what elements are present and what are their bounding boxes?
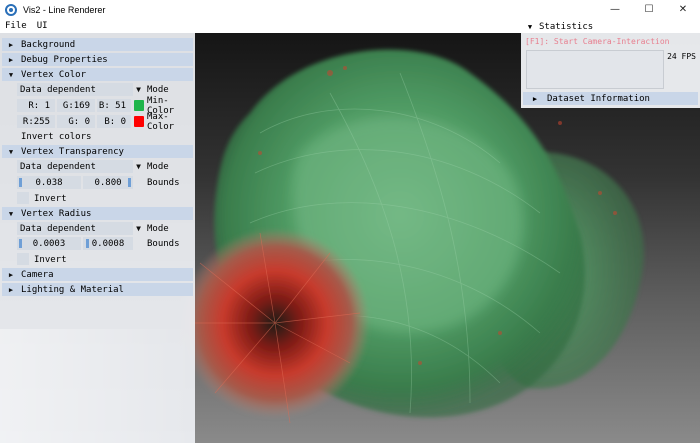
- fps-readout: 24 FPS: [667, 52, 696, 61]
- transparency-invert-checkbox[interactable]: [17, 192, 29, 204]
- transparency-min-slider[interactable]: 0.038: [17, 176, 81, 189]
- section-lighting-material[interactable]: ▶ Lighting & Material: [2, 283, 193, 296]
- maximize-button[interactable]: ☐: [632, 0, 666, 19]
- invert-label: Invert: [34, 254, 67, 265]
- radius-min-slider[interactable]: 0.0003: [17, 237, 81, 250]
- min-color-g-input[interactable]: G:169: [57, 99, 95, 112]
- mode-label: Mode: [147, 84, 169, 95]
- section-vertex-radius[interactable]: ▼ Vertex Radius: [2, 207, 193, 220]
- expanded-arrow-icon: ▼: [8, 70, 14, 79]
- min-color-r-input[interactable]: R: 1: [17, 99, 55, 112]
- min-color-swatch[interactable]: [134, 100, 144, 111]
- min-color-label: Min-Color: [147, 95, 175, 116]
- slider-value: 0.0008: [91, 238, 125, 249]
- section-debug-properties[interactable]: ▶ Debug Properties: [2, 53, 193, 66]
- vertex-color-mode-select[interactable]: Data dependent: [17, 83, 133, 96]
- section-camera[interactable]: ▶ Camera: [2, 268, 193, 281]
- max-color-label: Max-Color: [147, 111, 175, 132]
- slider-grab-handle[interactable]: [19, 178, 22, 187]
- radius-invert-checkbox[interactable]: [17, 253, 29, 265]
- chevron-down-icon[interactable]: ▼: [133, 222, 144, 235]
- chevron-down-icon[interactable]: ▼: [133, 83, 144, 96]
- min-color-b-input[interactable]: B: 51: [97, 99, 131, 112]
- chevron-down-icon[interactable]: ▼: [133, 160, 144, 173]
- section-label: Debug Properties: [21, 54, 108, 65]
- bounds-label: Bounds: [147, 177, 180, 188]
- section-dataset-information[interactable]: ▶ Dataset Information: [523, 92, 698, 105]
- section-label: Lighting & Material: [21, 284, 124, 295]
- close-button[interactable]: ✕: [666, 0, 700, 19]
- max-color-r-input[interactable]: R:255: [17, 115, 55, 128]
- app-icon: [5, 3, 17, 16]
- bounds-label: Bounds: [147, 238, 180, 249]
- collapsed-arrow-icon: ▶: [532, 94, 538, 103]
- expanded-arrow-icon: ▼: [527, 22, 533, 31]
- invert-colors-button[interactable]: Invert colors: [19, 130, 91, 143]
- radius-max-slider[interactable]: 0.0008: [83, 237, 133, 250]
- slider-grab-handle[interactable]: [86, 239, 89, 248]
- statistics-title: Statistics: [539, 21, 594, 32]
- title-bar: Vis2 - Line Renderer — ☐ ✕: [0, 0, 700, 19]
- vertex-transparency-mode-select[interactable]: Data dependent: [17, 160, 133, 173]
- section-vertex-transparency[interactable]: ▼ Vertex Transparency: [2, 145, 193, 158]
- expanded-arrow-icon: ▼: [8, 147, 14, 156]
- vertex-radius-mode-select[interactable]: Data dependent: [17, 222, 133, 235]
- section-label: Dataset Information: [547, 93, 650, 104]
- section-label: Vertex Transparency: [21, 146, 124, 157]
- collapsed-arrow-icon: ▶: [8, 40, 14, 49]
- statistics-title-bar[interactable]: ▼ Statistics: [521, 20, 700, 33]
- max-color-swatch[interactable]: [134, 116, 144, 127]
- minimize-button[interactable]: —: [598, 0, 632, 19]
- section-label: Background: [21, 39, 76, 50]
- section-vertex-color[interactable]: ▼ Vertex Color: [2, 68, 193, 81]
- slider-value: 0.0003: [32, 238, 66, 249]
- mode-label: Mode: [147, 161, 169, 172]
- slider-grab-handle[interactable]: [19, 239, 22, 248]
- menu-ui[interactable]: UI: [32, 21, 53, 31]
- frame-time-graph: [526, 50, 664, 89]
- section-label: Vertex Color: [21, 69, 87, 80]
- transparency-max-slider[interactable]: 0.800: [83, 176, 133, 189]
- slider-value: 0.800: [94, 177, 122, 188]
- collapsed-arrow-icon: ▶: [8, 270, 14, 279]
- section-label: Vertex Radius: [21, 208, 92, 219]
- invert-label: Invert: [34, 193, 67, 204]
- camera-interaction-hint: [F1]: Start Camera-Interaction: [525, 37, 670, 46]
- menu-file[interactable]: File: [0, 21, 32, 31]
- window-title: Vis2 - Line Renderer: [23, 4, 106, 15]
- collapsed-arrow-icon: ▶: [8, 285, 14, 294]
- slider-grab-handle[interactable]: [128, 178, 131, 187]
- section-label: Camera: [21, 269, 54, 280]
- slider-value: 0.038: [35, 177, 63, 188]
- section-background[interactable]: ▶ Background: [2, 38, 193, 51]
- expanded-arrow-icon: ▼: [8, 209, 14, 218]
- max-color-b-input[interactable]: B: 0: [97, 115, 131, 128]
- statistics-window: ▼ Statistics [F1]: Start Camera-Interact…: [521, 20, 700, 108]
- mode-label: Mode: [147, 223, 169, 234]
- collapsed-arrow-icon: ▶: [8, 55, 14, 64]
- window-controls: — ☐ ✕: [598, 0, 700, 19]
- settings-panel: ▶ Background ▶ Debug Properties ▼ Vertex…: [0, 33, 195, 443]
- max-color-g-input[interactable]: G: 0: [57, 115, 95, 128]
